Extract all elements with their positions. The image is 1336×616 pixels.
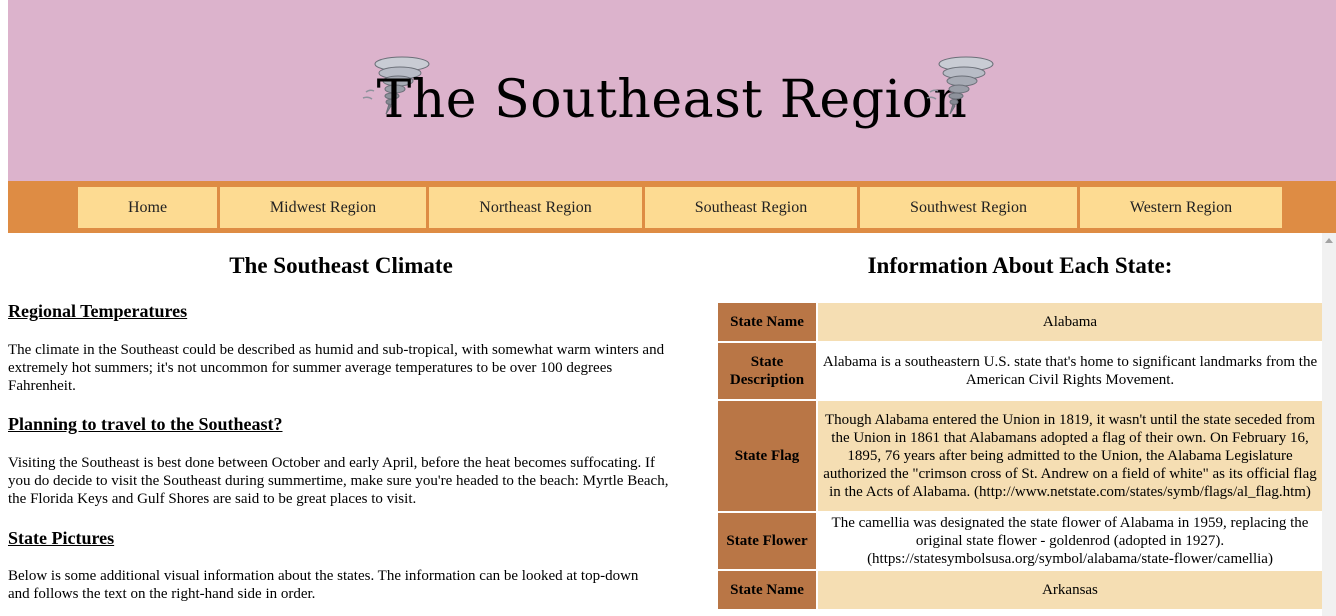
page-header: The Southeast Region: [8, 0, 1336, 181]
row-value: Though Alabama entered the Union in 1819…: [818, 401, 1322, 511]
nav-southwest-region[interactable]: Southwest Region: [860, 187, 1077, 228]
row-value: Arkansas: [818, 571, 1322, 609]
row-label: State Flag: [718, 401, 818, 511]
section-title-temperatures: Regional Temperatures: [8, 301, 188, 321]
row-label: State Name: [718, 571, 818, 609]
temperatures-text: The climate in the Southeast could be de…: [8, 342, 665, 394]
main-nav: Home Midwest Region Northeast Region Sou…: [8, 181, 1336, 233]
table-row: State Flag Though Alabama entered the Un…: [718, 401, 1322, 511]
state-info-table: State Name Alabama State Description Ala…: [718, 301, 1322, 611]
state-info-heading: Information About Each State:: [867, 253, 1173, 278]
row-value: Alabama is a southeastern U.S. state tha…: [818, 343, 1322, 399]
travel-text: Visiting the Southeast is best done betw…: [8, 455, 669, 507]
page-title: The Southeast Region: [376, 70, 968, 130]
nav-western-region[interactable]: Western Region: [1080, 187, 1282, 228]
table-row: State Name Alabama: [718, 303, 1322, 341]
nav-southeast-region[interactable]: Southeast Region: [645, 187, 857, 228]
table-row: State Description Alabama is a southeast…: [718, 343, 1322, 399]
scroll-up-icon[interactable]: [1325, 238, 1333, 243]
row-value: Alabama: [818, 303, 1322, 341]
page-scrollbar[interactable]: [1322, 233, 1336, 616]
pictures-text: Below is some additional visual informat…: [8, 568, 639, 602]
section-title-pictures: State Pictures: [8, 528, 115, 548]
tornado-icon: [926, 56, 994, 115]
section-title-travel: Planning to travel to the Southeast?: [8, 414, 283, 434]
row-value: The camellia was designated the state fl…: [818, 513, 1322, 569]
nav-home[interactable]: Home: [78, 187, 217, 228]
row-label: State Name: [718, 303, 818, 341]
table-row: State Flower The camellia was designated…: [718, 513, 1322, 569]
nav-midwest-region[interactable]: Midwest Region: [220, 187, 426, 228]
row-label: State Flower: [718, 513, 818, 569]
climate-heading: The Southeast Climate: [229, 253, 453, 278]
nav-northeast-region[interactable]: Northeast Region: [429, 187, 642, 228]
row-label: State Description: [718, 343, 818, 399]
table-row: State Name Arkansas: [718, 571, 1322, 609]
